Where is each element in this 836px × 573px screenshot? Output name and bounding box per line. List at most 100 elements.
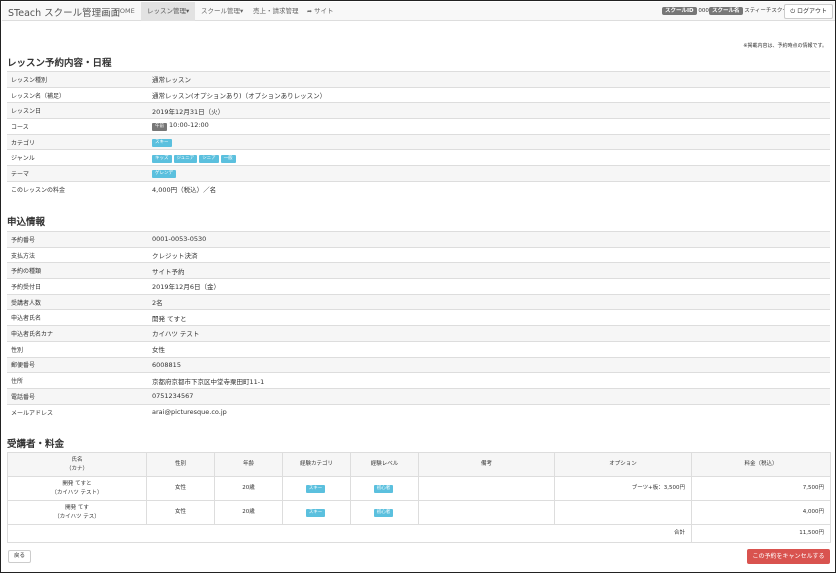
table-row: 支払方法 クレジット決済 bbox=[7, 246, 830, 263]
category-tag: スキー bbox=[305, 509, 326, 517]
table-row: テーマ ゲレンデ bbox=[7, 165, 830, 182]
genre-tag: シニア bbox=[199, 154, 219, 163]
row-key: このレッスンの料金 bbox=[7, 180, 148, 197]
logout-button[interactable]: ⏻ ログアウト bbox=[784, 4, 833, 19]
table-row: 受講者人数 2名 bbox=[7, 293, 830, 310]
row-value: 2019年12月6日（金） bbox=[148, 278, 830, 295]
logout-label: ログアウト bbox=[796, 8, 827, 15]
row-value: カイハツ テスト bbox=[148, 325, 830, 342]
nav-lesson-management[interactable]: レッスン管理▾ bbox=[141, 2, 196, 21]
row-value: サイト予約 bbox=[148, 262, 830, 279]
nav-home[interactable]: HOME bbox=[109, 2, 141, 21]
table-row: 予約の種類 サイト予約 bbox=[7, 262, 830, 279]
row-key: 受講者人数 bbox=[7, 293, 148, 310]
cancel-reservation-button[interactable]: この予約をキャンセルする bbox=[747, 549, 830, 564]
row-key: 申込者氏名カナ bbox=[7, 325, 148, 342]
level-tag: 初心者 bbox=[373, 509, 394, 517]
participant-level: 初心者 bbox=[350, 476, 419, 501]
course-time: 10:00-12:00 bbox=[169, 121, 209, 130]
participant-option bbox=[554, 500, 692, 525]
header-experience-category: 経験カテゴリ bbox=[282, 452, 351, 477]
row-key: 予約の種類 bbox=[7, 262, 148, 279]
row-key: レッスン種別 bbox=[7, 71, 148, 88]
table-row: 郵便番号 6008815 bbox=[7, 356, 830, 373]
row-value: 女性 bbox=[148, 340, 830, 357]
row-value: 4,000円（税込）／名 bbox=[148, 180, 830, 197]
row-key: カテゴリ bbox=[7, 133, 148, 150]
table-header-row: 氏名 （カナ） 性別 年齢 経験カテゴリ 経験レベル 備考 オプション 料金（税… bbox=[7, 452, 831, 477]
theme-tag: ゲレンデ bbox=[152, 170, 176, 179]
row-key: テーマ bbox=[7, 165, 148, 182]
table-row: メールアドレス arai@picturesque.co.jp bbox=[7, 403, 830, 420]
row-value: スキー bbox=[148, 133, 830, 150]
row-key: メールアドレス bbox=[7, 403, 148, 420]
total-row: 合計 11,500円 bbox=[7, 524, 831, 543]
table-row: ジャンル キッズ ジュニア シニア 一般 bbox=[7, 149, 830, 166]
header-experience-level: 経験レベル bbox=[350, 452, 419, 477]
table-row: 住所 京都府京都市下京区中堂寺粟田町11-1 bbox=[7, 372, 830, 389]
row-key: 予約受付日 bbox=[7, 278, 148, 295]
page-frame: STeach スクール管理画面 HOME レッスン管理▾ スクール管理▾ 売上・… bbox=[0, 0, 836, 573]
row-key: コース bbox=[7, 118, 148, 135]
row-value: 通常レッスン bbox=[148, 71, 830, 88]
participant-level: 初心者 bbox=[350, 500, 419, 525]
row-key: 郵便番号 bbox=[7, 356, 148, 373]
total-label: 合計 bbox=[7, 524, 692, 543]
row-value: 開発 てすと bbox=[148, 309, 830, 326]
row-value: arai@picturesque.co.jp bbox=[148, 403, 830, 420]
application-detail-table: 予約番号 0001-0053-0530 支払方法 クレジット決済 予約の種類 サイト予… bbox=[7, 231, 830, 420]
row-value: 2名 bbox=[148, 293, 830, 310]
nav-sales-billing[interactable]: 売上・請求管理 bbox=[247, 2, 305, 21]
row-value: キッズ ジュニア シニア 一般 bbox=[148, 149, 830, 166]
power-icon: ⏻ bbox=[790, 8, 797, 15]
header-gender: 性別 bbox=[146, 452, 215, 477]
level-tag: 初心者 bbox=[373, 485, 394, 493]
table-row: 性別 女性 bbox=[7, 340, 830, 357]
header-note: 備考 bbox=[418, 452, 555, 477]
table-row: レッスン種別 通常レッスン bbox=[7, 71, 830, 88]
participant-gender: 女性 bbox=[146, 500, 215, 525]
participant-note bbox=[418, 476, 555, 501]
header-age: 年齢 bbox=[214, 452, 283, 477]
category-tag: スキー bbox=[305, 485, 326, 493]
participant-category: スキー bbox=[282, 476, 351, 501]
application-section-heading: 申込情報 bbox=[7, 217, 46, 228]
participant-option: ブーツ+板：3,500円 bbox=[554, 476, 692, 501]
row-key: レッスン日 bbox=[7, 102, 148, 119]
nav-site-label: サイト bbox=[313, 7, 334, 15]
school-name-info: スクール名 スティーチスクール bbox=[709, 6, 793, 15]
row-key: レッスン名（補足） bbox=[7, 86, 148, 103]
participant-name: 開発 てすと （カイハツ テスト） bbox=[7, 476, 147, 501]
table-row: レッスン日 2019年12月31日（火） bbox=[7, 102, 830, 119]
back-button[interactable]: 戻る bbox=[8, 550, 32, 563]
row-value: クレジット決済 bbox=[148, 246, 830, 263]
lesson-detail-table: レッスン種別 通常レッスン レッスン名（補足） 通常レッスン(オプションあり)（オプ… bbox=[7, 71, 830, 197]
category-tag: スキー bbox=[152, 139, 172, 148]
genre-tag: 一般 bbox=[220, 154, 236, 163]
school-name-label: スクール名 bbox=[709, 7, 743, 15]
table-row: 開発 てす （カイハツ テス） 女性 20歳 スキー 初心者 4,000円 bbox=[7, 500, 831, 525]
lesson-section-heading: レッスン予約内容・日程 bbox=[7, 58, 112, 69]
header-name: 氏名 （カナ） bbox=[7, 452, 147, 477]
table-row: 予約番号 0001-0053-0530 bbox=[7, 231, 830, 248]
row-key: 支払方法 bbox=[7, 246, 148, 263]
row-key: ジャンル bbox=[7, 149, 148, 166]
notice-text: ※掲載内容は、予約時点の情報です。 bbox=[743, 43, 827, 49]
brand-title[interactable]: STeach スクール管理画面 bbox=[8, 5, 120, 19]
genre-tag: キッズ bbox=[152, 154, 172, 163]
table-row: コース 午前 10:00-12:00 bbox=[7, 118, 830, 135]
table-row: 申込者氏名カナ カイハツ テスト bbox=[7, 325, 830, 342]
table-row: 予約受付日 2019年12月6日（金） bbox=[7, 278, 830, 295]
nav-school-management[interactable]: スクール管理▾ bbox=[195, 2, 249, 21]
participant-gender: 女性 bbox=[146, 476, 215, 501]
row-value: ゲレンデ bbox=[148, 165, 830, 182]
nav-site[interactable]: ➦ サイト bbox=[301, 2, 339, 21]
row-value: 6008815 bbox=[148, 356, 830, 373]
table-row: レッスン名（補足） 通常レッスン(オプションあり)（オプションありレッスン） bbox=[7, 86, 830, 103]
table-row: カテゴリ スキー bbox=[7, 133, 830, 150]
participant-name: 開発 てす （カイハツ テス） bbox=[7, 500, 147, 525]
participant-note bbox=[418, 500, 555, 525]
genre-tag: ジュニア bbox=[173, 154, 198, 163]
row-key: 予約番号 bbox=[7, 231, 148, 248]
participant-category: スキー bbox=[282, 500, 351, 525]
